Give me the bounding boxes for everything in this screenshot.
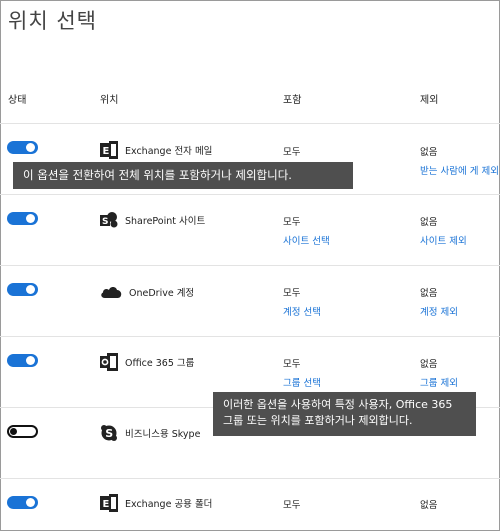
- office365-group-icon: [100, 353, 118, 371]
- select-accounts-link[interactable]: 계정 선택: [283, 304, 321, 318]
- include-value: 모두: [283, 217, 301, 228]
- svg-text:S: S: [102, 217, 108, 227]
- select-groups-link[interactable]: 그룹 선택: [283, 375, 321, 389]
- location-office365-groups: Office 365 그룹: [100, 353, 194, 371]
- include-value: 모두: [283, 359, 301, 370]
- include-value: 모두: [283, 288, 301, 299]
- select-sites-link[interactable]: 사이트 선택: [283, 233, 330, 247]
- row-divider: [0, 194, 500, 195]
- row-divider: [0, 336, 500, 337]
- include-value: 모두: [283, 147, 301, 158]
- status-toggle[interactable]: [7, 141, 38, 154]
- location-exchange-public-folders: E Exchange 공용 폴더: [100, 494, 212, 512]
- svg-text:E: E: [103, 499, 110, 510]
- exclude-recipients-link[interactable]: 받는 사람에 게 제외: [420, 163, 499, 177]
- exclude-sites-link[interactable]: 사이트 제외: [420, 233, 467, 247]
- exclude-value: 없음: [420, 288, 438, 299]
- row-divider: [0, 123, 500, 124]
- include-value: 모두: [283, 500, 301, 511]
- column-header-location: 위치: [100, 95, 119, 106]
- exchange-icon: E: [100, 141, 118, 159]
- onedrive-icon: [100, 283, 122, 301]
- svg-text:E: E: [103, 146, 110, 157]
- exclude-value: 없음: [420, 500, 438, 511]
- column-header-exclude: 제외: [420, 95, 439, 106]
- column-header-status: 상태: [8, 95, 27, 106]
- page-title: 위치 선택: [8, 9, 97, 33]
- options-tooltip: 이러한 옵션을 사용하여 특정 사용자, Office 365 그룹 또는 위치…: [213, 392, 476, 436]
- exclude-accounts-link[interactable]: 계정 제외: [420, 304, 458, 318]
- svg-text:S: S: [105, 427, 113, 440]
- location-sharepoint: S SharePoint 사이트: [100, 211, 205, 229]
- exclude-value: 없음: [420, 147, 438, 158]
- location-onedrive: OneDrive 계정: [100, 283, 194, 301]
- status-toggle[interactable]: [7, 212, 38, 225]
- status-toggle[interactable]: [7, 496, 38, 509]
- status-toggle[interactable]: [7, 425, 38, 438]
- options-tooltip-line1: 이러한 옵션을 사용하여 특정 사용자, Office 365: [223, 398, 453, 411]
- exclude-groups-link[interactable]: 그룹 제외: [420, 375, 458, 389]
- skype-icon: S: [100, 424, 118, 442]
- row-divider: [0, 478, 500, 479]
- exclude-value: 없음: [420, 359, 438, 370]
- exclude-value: 없음: [420, 217, 438, 228]
- location-skype: S 비즈니스용 Skype: [100, 424, 200, 442]
- status-toggle[interactable]: [7, 354, 38, 367]
- exchange-icon: E: [100, 494, 118, 512]
- column-header-include: 포함: [283, 95, 302, 106]
- toggle-tooltip: 이 옵션을 전환하여 전체 위치를 포함하거나 제외합니다.: [13, 162, 353, 189]
- row-divider: [0, 265, 500, 266]
- sharepoint-icon: S: [100, 211, 118, 229]
- location-exchange-mail: E Exchange 전자 메일: [100, 141, 212, 159]
- options-tooltip-line2: 그룹 또는 위치를 포함하거나 제외합니다.: [223, 414, 413, 427]
- status-toggle[interactable]: [7, 283, 38, 296]
